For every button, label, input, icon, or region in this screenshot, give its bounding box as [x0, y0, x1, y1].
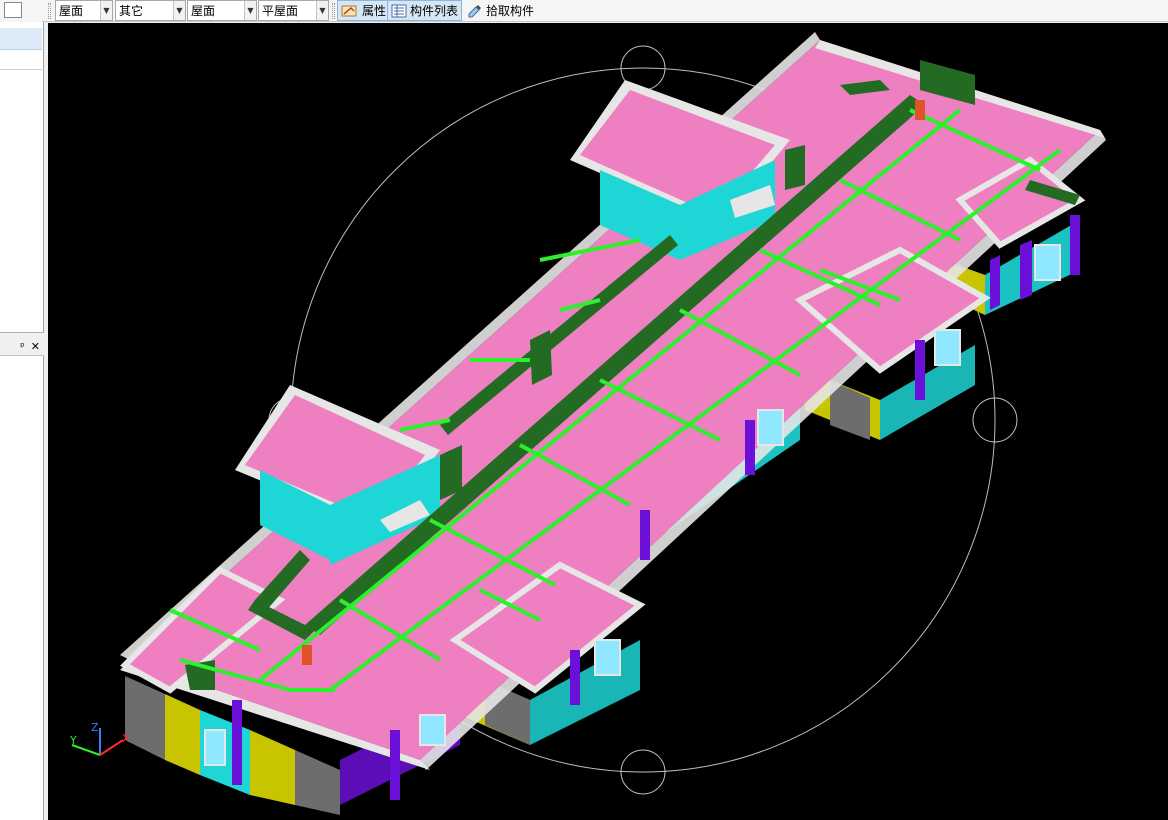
list-icon: [391, 4, 407, 17]
chevron-down-icon[interactable]: ▼: [100, 1, 112, 20]
pin-icon[interactable]: ᵖ: [20, 340, 25, 353]
toolbar-grip[interactable]: [48, 3, 51, 19]
axis-y-label: Y: [69, 734, 77, 747]
floor-type-value: 屋面: [59, 4, 84, 18]
pick-component-button[interactable]: 拾取构件: [464, 0, 537, 21]
properties-button[interactable]: 属性: [337, 0, 391, 21]
chevron-down-icon[interactable]: ▼: [173, 1, 185, 20]
axis-z-label: Z: [91, 721, 99, 734]
category-combo[interactable]: 其它 ▼: [115, 0, 186, 21]
component-list-button[interactable]: 构件列表: [387, 0, 463, 21]
component-list-label: 构件列表: [410, 4, 459, 18]
toolbar-grip[interactable]: [332, 3, 335, 19]
3d-viewport[interactable]: Z X Y: [48, 23, 1168, 820]
eyedropper-icon: [468, 4, 481, 17]
component-name-combo[interactable]: 平屋面 ▼: [258, 0, 329, 21]
app-window: 屋面 ▼ 其它 ▼ 屋面 ▼ 平屋面 ▼ 属性 构件列表 拾取构件 ᵖ ✕ Z …: [0, 0, 1168, 820]
component-name-value: 平屋面: [262, 4, 299, 18]
axis-x-label: X: [122, 732, 130, 745]
close-icon[interactable]: ✕: [31, 340, 40, 353]
properties-icon: [341, 5, 357, 16]
tree-item-selected[interactable]: [0, 28, 42, 50]
building-model: Z X Y: [69, 32, 1106, 815]
properties-label: 属性: [362, 4, 387, 18]
floor-type-combo[interactable]: 屋面 ▼: [55, 0, 113, 21]
toolbar-stub: [0, 0, 42, 22]
component-type-combo[interactable]: 屋面 ▼: [187, 0, 257, 21]
chevron-down-icon[interactable]: ▼: [316, 1, 328, 20]
axis-triad-icon: Z X Y: [69, 721, 130, 756]
left-panel: ᵖ ✕: [0, 22, 44, 820]
stub-button[interactable]: [4, 2, 22, 18]
tree-item[interactable]: [0, 50, 42, 70]
component-type-value: 屋面: [191, 4, 216, 18]
chevron-down-icon[interactable]: ▼: [244, 1, 256, 20]
toolbar: 屋面 ▼ 其它 ▼ 屋面 ▼ 平屋面 ▼ 属性 构件列表 拾取构件: [0, 0, 1168, 22]
properties-panel-header: ᵖ ✕: [0, 338, 44, 356]
category-value: 其它: [119, 4, 144, 18]
pick-component-label: 拾取构件: [486, 4, 535, 18]
